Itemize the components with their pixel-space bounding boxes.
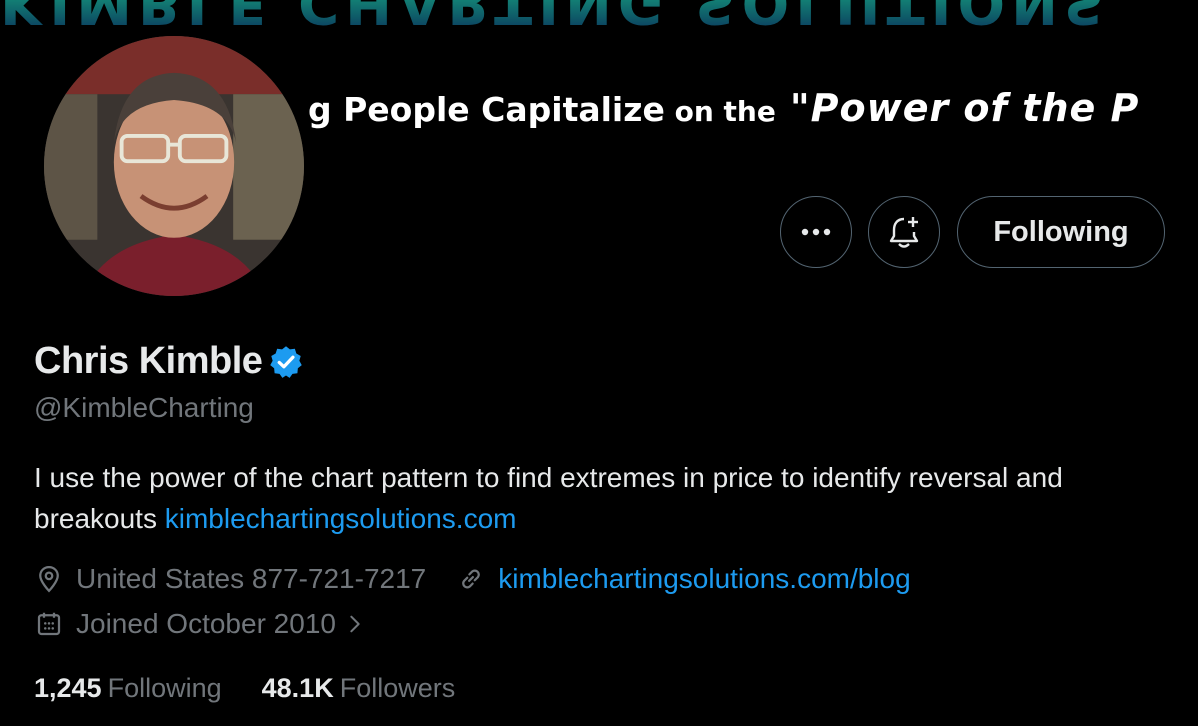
profile-location: United States 877-721-7217	[76, 563, 427, 594]
banner-title: KIMBLE CHARTING SOLUTIONS	[0, 0, 1198, 35]
following-button[interactable]: Following	[957, 196, 1165, 268]
banner-slogan: g People Capitalize on the "Power of the …	[308, 86, 1139, 130]
following-count: 1,245	[34, 673, 102, 703]
profile-meta-row: United States 877-721-7217 kimblechartin…	[34, 563, 911, 595]
display-name: Chris Kimble	[34, 340, 263, 382]
profile-name-row: Chris Kimble	[34, 340, 304, 383]
more-dots-icon	[801, 228, 831, 236]
followers-stat-link[interactable]: 48.1K Followers	[262, 673, 456, 704]
avatar[interactable]	[40, 32, 308, 300]
banner-slogan-part1: g People Capitalize	[308, 90, 665, 129]
profile-bio: I use the power of the chart pattern to …	[34, 457, 1154, 539]
profile-website-link[interactable]: kimblechartingsolutions.com/blog	[498, 563, 910, 595]
profile-handle: @KimbleCharting	[34, 392, 254, 423]
followers-count: 48.1K	[261, 673, 334, 703]
verified-badge-icon[interactable]	[268, 344, 304, 380]
avatar-image	[44, 36, 304, 296]
bio-link[interactable]: kimblechartingsolutions.com	[165, 503, 517, 534]
banner-slogan-part3: "Power of the P	[789, 86, 1140, 130]
following-stat-link[interactable]: 1,245 Following	[34, 673, 222, 704]
more-options-button[interactable]	[780, 196, 852, 268]
bell-plus-icon	[889, 217, 919, 248]
follow-stats: 1,245 Following 48.1K Followers	[34, 673, 455, 704]
following-label: Following	[107, 673, 222, 703]
followers-label: Followers	[339, 673, 456, 703]
profile-joined-date: Joined October 2010	[76, 608, 336, 639]
location-pin-icon	[39, 565, 59, 593]
chevron-right-icon	[350, 615, 360, 633]
link-icon	[462, 569, 481, 589]
notifications-button[interactable]	[868, 196, 940, 268]
profile-joined-row[interactable]: Joined October 2010	[34, 608, 366, 640]
banner-slogan-part2: on the	[664, 95, 776, 128]
calendar-icon	[37, 612, 61, 636]
